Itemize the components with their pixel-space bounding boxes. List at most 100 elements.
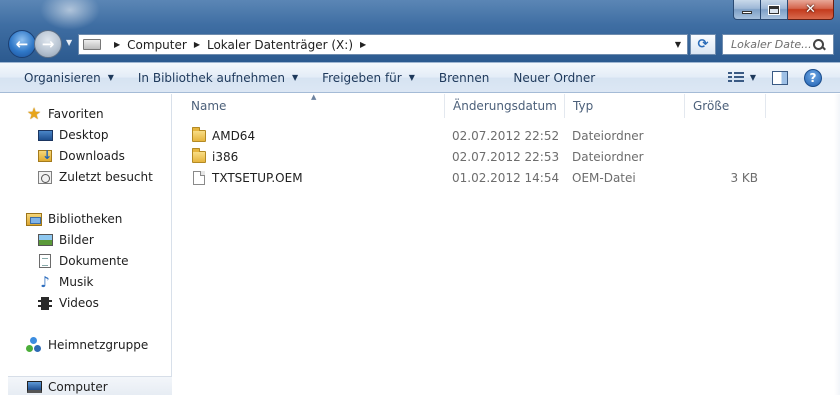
recent-pages-dropdown[interactable]: ▼ xyxy=(66,38,72,47)
music-icon: ♪ xyxy=(40,272,50,291)
help-button[interactable]: ? xyxy=(804,68,822,87)
drive-icon xyxy=(83,39,101,50)
homegroup-icon xyxy=(26,337,42,353)
table-row[interactable]: AMD64 02.07.2012 22:52 Dateiordner xyxy=(173,125,773,146)
file-size xyxy=(692,125,758,146)
sidebar-item-pictures[interactable]: Bilder xyxy=(37,230,94,250)
breadcrumb-separator-icon[interactable]: ▶ xyxy=(360,40,366,49)
column-header-type[interactable]: Typ xyxy=(565,94,685,118)
refresh-button[interactable]: ⟳ xyxy=(690,34,716,55)
organize-button[interactable]: Organisieren ▼ xyxy=(0,63,126,92)
back-button[interactable]: ← xyxy=(8,30,36,58)
sidebar-item-documents[interactable]: Dokumente xyxy=(37,251,129,271)
address-bar[interactable]: ▶ Computer ▶ Lokaler Datenträger (X:) ▶ … xyxy=(78,34,688,55)
sidebar-item-libraries[interactable]: Bibliotheken xyxy=(26,209,122,229)
sidebar-item-desktop[interactable]: Desktop xyxy=(37,125,109,145)
sidebar-item-label: Dokumente xyxy=(59,254,129,268)
close-button[interactable]: ✕ xyxy=(788,0,834,20)
column-header-label: Name xyxy=(191,99,227,113)
breadcrumb-separator-icon[interactable]: ▶ xyxy=(194,40,200,49)
window-frame: ✕ ← → ▼ ▶ Computer ▶ Lokaler Datenträger… xyxy=(0,0,840,62)
arrow-right-icon: → xyxy=(41,34,55,53)
refresh-icon: ⟳ xyxy=(697,37,709,52)
file-name: TXTSETUP.OEM xyxy=(212,170,303,185)
organize-label: Organisieren xyxy=(24,70,101,85)
file-type: Dateiordner xyxy=(572,149,644,164)
column-header-label: Änderungsdatum xyxy=(453,99,557,113)
minimize-button[interactable] xyxy=(733,0,761,20)
file-name: i386 xyxy=(212,149,239,164)
sidebar-item-homegroup[interactable]: Heimnetzgruppe xyxy=(26,335,148,355)
command-bar: Organisieren ▼ In Bibliothek aufnehmen ▼ F… xyxy=(0,62,840,93)
navigation-pane: ★ Favoriten Desktop Downloads Zuletzt be… xyxy=(0,94,172,395)
breadcrumb-computer[interactable]: Computer xyxy=(127,38,187,52)
sidebar-item-favorites[interactable]: ★ Favoriten xyxy=(26,104,104,124)
libraries-icon xyxy=(26,212,42,226)
forward-button[interactable]: → xyxy=(34,30,62,58)
sidebar-item-music[interactable]: ♪ Musik xyxy=(37,272,94,292)
search-input[interactable] xyxy=(723,38,813,51)
breadcrumb-separator-icon[interactable]: ▶ xyxy=(114,40,120,49)
documents-icon xyxy=(39,254,51,268)
search-icon[interactable] xyxy=(813,38,825,51)
file-icon xyxy=(193,170,205,185)
new-folder-button[interactable]: Neuer Ordner xyxy=(501,63,607,92)
file-name: AMD64 xyxy=(212,128,256,143)
breadcrumb-drive[interactable]: Lokaler Datenträger (X:) xyxy=(207,38,353,52)
column-header-date[interactable]: Änderungsdatum xyxy=(445,94,565,118)
computer-icon xyxy=(26,380,42,393)
sidebar-item-label: Zuletzt besucht xyxy=(59,170,153,184)
file-name-cell: TXTSETUP.OEM xyxy=(192,167,303,188)
column-header-label: Größe xyxy=(693,99,730,113)
new-folder-label: Neuer Ordner xyxy=(513,70,596,85)
pictures-icon xyxy=(37,234,53,246)
file-size xyxy=(692,146,758,167)
sidebar-item-downloads[interactable]: Downloads xyxy=(37,146,125,166)
command-bar-right: ▼ ? xyxy=(727,63,822,92)
table-row[interactable]: i386 02.07.2012 22:53 Dateiordner xyxy=(173,146,773,167)
close-icon: ✕ xyxy=(805,2,816,17)
share-with-button[interactable]: Freigeben für ▼ xyxy=(310,63,427,92)
chevron-down-icon: ▼ xyxy=(107,73,114,82)
sidebar-item-label: Computer xyxy=(48,379,108,394)
view-details-icon xyxy=(727,71,744,84)
file-list: ▲ Name Änderungsdatum Typ Größe AMD64 02… xyxy=(173,93,840,395)
include-in-library-button[interactable]: In Bibliothek aufnehmen ▼ xyxy=(126,63,310,92)
column-header-size[interactable]: Größe xyxy=(685,94,766,118)
folder-icon xyxy=(192,126,206,142)
file-type: Dateiordner xyxy=(572,128,644,143)
window-controls: ✕ xyxy=(733,0,834,20)
chevron-down-icon: ▼ xyxy=(749,73,756,82)
burn-button[interactable]: Brennen xyxy=(427,63,501,92)
change-view-button[interactable]: ▼ xyxy=(727,71,756,84)
frame-glow xyxy=(40,0,100,30)
file-date: 01.02.2012 14:54 xyxy=(452,170,560,185)
arrow-left-icon: ← xyxy=(15,34,29,53)
sidebar-item-label: Bibliotheken xyxy=(48,212,123,226)
recent-places-icon xyxy=(38,170,52,184)
desktop-icon xyxy=(37,129,53,141)
column-header-label: Typ xyxy=(573,99,594,113)
sidebar-item-videos[interactable]: Videos xyxy=(37,293,99,313)
table-row[interactable]: TXTSETUP.OEM 01.02.2012 14:54 OEM-Datei … xyxy=(173,167,773,188)
sidebar-item-recent-places[interactable]: Zuletzt besucht xyxy=(37,167,153,187)
scrollbar-edge xyxy=(834,94,840,395)
chevron-down-icon: ▼ xyxy=(291,73,299,82)
column-header-name[interactable]: Name xyxy=(183,94,445,118)
minimize-icon xyxy=(742,11,752,14)
maximize-icon xyxy=(768,4,780,15)
search-box[interactable] xyxy=(722,34,834,55)
sidebar-item-label: Musik xyxy=(59,275,94,289)
sidebar-item-label: Videos xyxy=(59,296,99,310)
address-dropdown-icon[interactable]: ▼ xyxy=(669,35,687,54)
preview-pane-button[interactable] xyxy=(772,70,788,85)
navigation-buttons: ← → ▼ xyxy=(8,30,80,58)
file-name-cell: AMD64 xyxy=(192,125,255,146)
file-size: 3 KB xyxy=(730,170,758,185)
downloads-folder-icon xyxy=(38,148,52,162)
sidebar-item-label: Downloads xyxy=(59,149,125,163)
maximize-button[interactable] xyxy=(761,0,788,20)
favorites-star-icon: ★ xyxy=(26,104,42,123)
sidebar-item-computer[interactable]: Computer xyxy=(8,376,172,395)
sidebar-item-label: Bilder xyxy=(59,233,94,247)
